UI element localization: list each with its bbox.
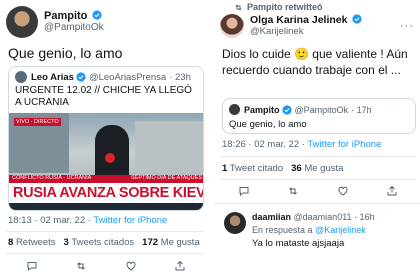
ticker-bar xyxy=(9,203,203,210)
tweet-stats: 8 Retweets 3 Tweets citados 172 Me gusta xyxy=(8,237,200,248)
reply-icon[interactable] xyxy=(238,185,250,197)
avatar xyxy=(15,71,27,83)
quote-tweets-stat[interactable]: 3 Tweets citados xyxy=(64,237,135,248)
quote-tweets-stat[interactable]: 1 Tweet citado xyxy=(222,163,283,174)
author-name[interactable]: Pampito xyxy=(44,10,87,22)
banner-subtext: SÉPTIMO DÍA DE ATAQUES xyxy=(130,175,202,181)
retweet-context: Pampito retwitteó xyxy=(234,2,323,12)
tweet-source[interactable]: Twitter for iPhone xyxy=(307,139,381,150)
quoted-header: Pampito @PampitoOk · 17h xyxy=(229,104,372,115)
like-icon[interactable] xyxy=(125,260,137,272)
quoted-tweet[interactable]: Leo Arias @LeoAriasPrensa · 23h URGENTE … xyxy=(8,66,204,211)
tweet-left: Pampito @PampitoOk Que genio, lo amo Leo… xyxy=(0,0,208,280)
tweet-header: Olga Karina Jelinek @Karijelinek xyxy=(220,14,362,38)
reply-tweet[interactable]: daamiian @daamian011 · 16h En respuesta … xyxy=(214,208,420,268)
tweet-actions xyxy=(238,185,398,197)
tweet-meta: 18:26 · 02 mar. 22 · Twitter for iPhone xyxy=(222,139,381,150)
reply-text: Ya lo mataste ajsjaaja xyxy=(252,238,345,249)
avatar[interactable] xyxy=(6,6,38,38)
reply-context: En respuesta a @Karijelinek xyxy=(252,225,366,235)
tweet-timestamp[interactable]: 18:26 · 02 mar. 22 · xyxy=(222,139,305,150)
like-icon[interactable] xyxy=(337,185,349,197)
quoted-text: Que genio, lo amo xyxy=(229,119,307,130)
quoted-tweet[interactable]: Pampito @PampitoOk · 17h Que genio, lo a… xyxy=(222,98,416,134)
reply-to-handle[interactable]: @Karijelinek xyxy=(315,225,366,235)
verified-icon xyxy=(281,104,292,115)
reply-author-handle[interactable]: @daamian011 xyxy=(294,212,352,222)
tweet-text: Que genio, lo amo xyxy=(8,45,123,61)
share-icon[interactable] xyxy=(174,260,186,272)
banner-strip: CONFLICTO RUSIA - UCRANIA SÉPTIMO DÍA DE… xyxy=(9,175,203,183)
author-handle[interactable]: @Karijelinek xyxy=(250,26,362,38)
reply-time: · 16h xyxy=(354,212,375,222)
quoted-author-handle: @LeoAriasPrensa xyxy=(88,71,167,83)
tweet-right: Pampito retwitteó Olga Karina Jelinek @K… xyxy=(214,0,420,280)
likes-stat[interactable]: 172 Me gusta xyxy=(142,237,200,248)
verified-icon xyxy=(352,14,362,24)
reply-author-name[interactable]: daamiian xyxy=(252,212,291,222)
quoted-time: · 17h xyxy=(351,104,372,115)
headline-text: RUSIA AVANZA SOBRE KIEV xyxy=(13,185,204,201)
video-thumbnail[interactable]: VIVO · DIRECTO CONFLICTO RUSIA - UCRANIA… xyxy=(9,113,204,210)
quoted-author-name: Leo Arias xyxy=(31,71,74,83)
retweet-icon xyxy=(235,4,242,10)
quoted-author-name: Pampito xyxy=(244,104,280,115)
quoted-time: · 23h xyxy=(169,71,191,83)
tweet-source[interactable]: Twitter for iPhone xyxy=(93,215,167,226)
share-icon[interactable] xyxy=(386,185,398,197)
retweet-icon[interactable] xyxy=(75,260,87,272)
divider xyxy=(6,231,204,232)
divider xyxy=(6,253,204,254)
verified-icon xyxy=(76,72,86,82)
microphone xyxy=(105,153,115,163)
tweet-meta: 18:13 · 02 mar. 22 · Twitter for iPhone xyxy=(8,215,167,226)
divider xyxy=(214,203,420,204)
avatar[interactable] xyxy=(224,212,246,234)
banner-text: CONFLICTO RUSIA - UCRANIA xyxy=(12,175,92,181)
avatar xyxy=(229,104,240,115)
tweet-text: Dios lo cuide 🙂 que valiente ! Aún recue… xyxy=(222,47,408,77)
tweet-stats: 1 Tweet citado 36 Me gusta xyxy=(222,163,343,174)
more-options-icon[interactable]: ··· xyxy=(400,20,414,32)
retweet-icon[interactable] xyxy=(287,185,299,197)
reply-to-prefix: En respuesta a xyxy=(252,225,313,235)
quoted-author-handle: @PampitoOk xyxy=(294,104,349,115)
divider xyxy=(220,179,416,180)
tweet-timestamp[interactable]: 18:13 · 02 mar. 22 · xyxy=(8,215,91,226)
verified-icon xyxy=(92,10,103,20)
retweets-stat[interactable]: 8 Retweets xyxy=(8,237,56,248)
avatar[interactable] xyxy=(220,14,244,38)
live-badge: VIVO · DIRECTO xyxy=(14,118,61,126)
building-shape xyxy=(135,121,203,171)
quoted-text: URGENTE 12.02 // CHICHE YA LLEGÓ A UCRAN… xyxy=(15,85,192,108)
divider xyxy=(220,156,416,157)
author-handle[interactable]: @PampitoOk xyxy=(44,22,104,34)
retweeted-label[interactable]: Pampito retwitteó xyxy=(247,2,323,12)
tweet-actions xyxy=(26,260,186,272)
tweet-header: Pampito @PampitoOk xyxy=(6,6,104,38)
author-name[interactable]: Olga Karina Jelinek xyxy=(250,14,347,26)
reply-header: daamiian @daamian011 · 16h xyxy=(252,212,375,222)
likes-stat[interactable]: 36 Me gusta xyxy=(291,163,343,174)
headline-bar: RUSIA AVANZA SOBRE KIEV xyxy=(9,183,204,203)
reply-icon[interactable] xyxy=(26,260,38,272)
quoted-header: Leo Arias @LeoAriasPrensa · 23h xyxy=(15,71,191,83)
